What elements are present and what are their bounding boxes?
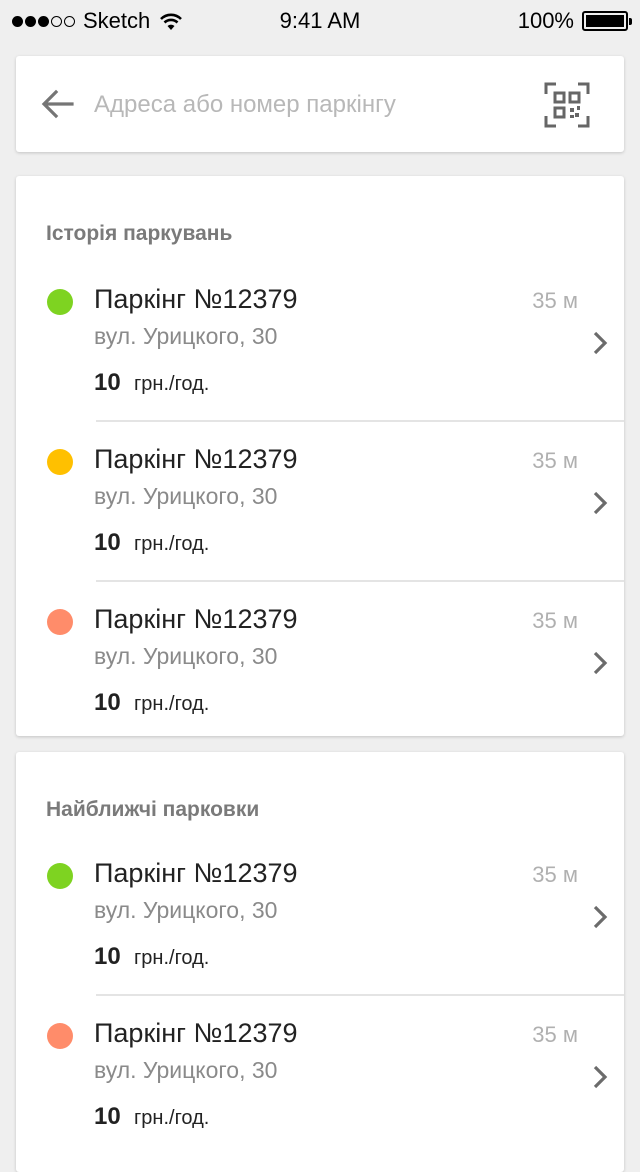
parking-price: 10 [94,943,121,970]
status-dot-icon [47,863,73,889]
qr-scan-icon[interactable] [544,82,590,128]
status-dot-icon [47,1023,73,1049]
parking-price: 10 [94,689,121,716]
section-title: Історія паркувань [46,222,233,245]
status-dot-icon [47,289,73,315]
parking-distance: 35 м [532,862,578,887]
search-bar [16,56,624,152]
parking-list-item[interactable]: Паркінг №12379 вул. Урицкого, 30 10 грн./го… [16,836,624,996]
status-dot-icon [47,449,73,475]
parking-history-card: Історія паркувань Паркінг №12379 вул. Ури… [16,176,624,736]
chevron-right-icon [593,331,608,355]
nearby-parkings-card: Найближчі парковки Паркінг №12379 вул. Ур… [16,752,624,1172]
parking-distance: 35 м [532,448,578,473]
chevron-right-icon [593,905,608,929]
parking-name: Паркінг №12379 [94,858,298,888]
price-unit: грн./год. [134,693,210,715]
price-unit: грн./год. [134,1107,210,1129]
parking-price: 10 [94,529,121,556]
parking-price: 10 [94,369,121,396]
parking-list-item[interactable]: Паркінг №12379 вул. Урицкого, 30 10 грн./го… [16,996,624,1156]
chevron-right-icon [593,491,608,515]
parking-list-item[interactable]: Паркінг №12379 вул. Урицкого, 30 10 грн./го… [16,422,624,582]
parking-list-item[interactable]: Паркінг №12379 вул. Урицкого, 30 10 грн./го… [16,262,624,422]
parking-name: Паркінг №12379 [94,444,298,474]
parking-address: вул. Урицкого, 30 [94,897,278,923]
battery-icon [582,11,632,31]
price-unit: грн./год. [134,947,210,969]
parking-address: вул. Урицкого, 30 [94,323,278,349]
parking-address: вул. Урицкого, 30 [94,483,278,509]
parking-name: Паркінг №12379 [94,1018,298,1048]
parking-price: 10 [94,1103,121,1130]
chevron-right-icon [593,1065,608,1089]
price-unit: грн./год. [134,533,210,555]
price-unit: грн./год. [134,373,210,395]
parking-name: Паркінг №12379 [94,284,298,314]
parking-name: Паркінг №12379 [94,604,298,634]
search-input[interactable] [92,80,536,130]
parking-distance: 35 м [532,288,578,313]
parking-distance: 35 м [532,608,578,633]
parking-address: вул. Урицкого, 30 [94,1057,278,1083]
battery-percentage: 100% [517,8,574,33]
chevron-right-icon [593,651,608,675]
section-title: Найближчі парковки [46,798,260,821]
parking-list-item[interactable]: Паркінг №12379 вул. Урицкого, 30 10 грн./го… [16,582,624,742]
status-right: 100% [517,8,632,34]
parking-address: вул. Урицкого, 30 [94,643,278,669]
status-bar: Sketch 9:41 AM 100% [0,0,640,40]
parking-distance: 35 м [532,1022,578,1047]
status-dot-icon [47,609,73,635]
back-arrow-icon[interactable] [38,84,78,124]
